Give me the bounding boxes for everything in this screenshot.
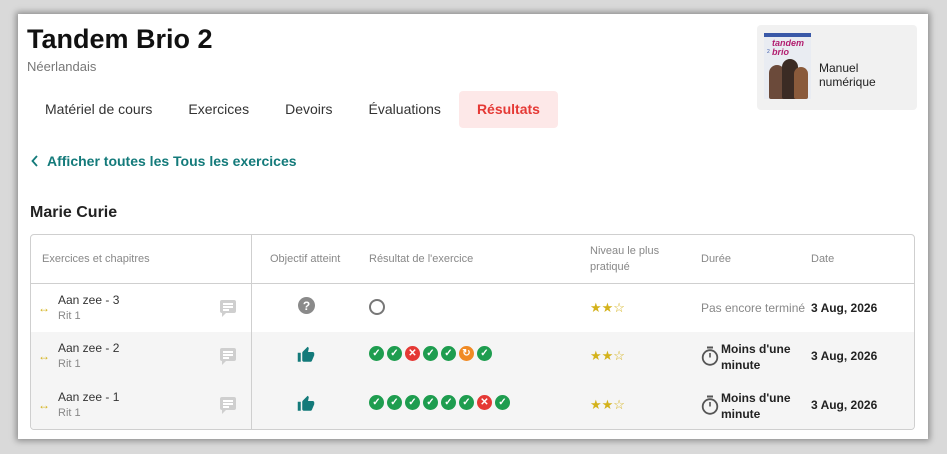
tab-assignments[interactable]: Devoirs [267, 91, 350, 128]
correct-icon: ✓ [441, 395, 456, 410]
book-cover-image: tandem brio 2 [764, 33, 811, 99]
exercise-chapter: Rit 1 [58, 407, 81, 419]
student-name: Marie Curie [30, 204, 118, 221]
table-row[interactable]: ↔ Aan zee - 3 Rit 1 ? ★★☆ Pas encore ter… [31, 284, 914, 332]
level-stars: ★★☆ [590, 397, 625, 412]
digital-book-label: Manuel numérique [819, 61, 876, 89]
stopwatch-icon [701, 346, 719, 366]
correct-icon: ✓ [423, 395, 438, 410]
level-stars: ★★☆ [590, 348, 625, 363]
wrong-icon: ✕ [405, 346, 420, 361]
comment-icon[interactable] [220, 397, 236, 414]
retry-icon: ↻ [459, 346, 474, 361]
page-title: Tandem Brio 2 [27, 24, 213, 54]
exercise-results: ✓ ✓ ✕ ✓ ✓ ↻ ✓ [369, 346, 492, 361]
back-link-label: Afficher toutes les Tous les exercices [47, 153, 297, 169]
exercise-type-icon: ↔ [38, 398, 50, 412]
correct-icon: ✓ [387, 395, 402, 410]
comment-icon[interactable] [220, 300, 236, 317]
correct-icon: ✓ [423, 346, 438, 361]
back-to-all-exercises-link[interactable]: Afficher toutes les Tous les exercices [31, 153, 297, 169]
correct-icon: ✓ [477, 346, 492, 361]
digital-book-card[interactable]: tandem brio 2 Manuel numérique [757, 25, 917, 110]
correct-icon: ✓ [369, 346, 384, 361]
correct-icon: ✓ [369, 395, 384, 410]
exercise-name: Aan zee - 1 [58, 390, 120, 404]
stopwatch-icon [701, 395, 719, 415]
exercise-chapter: Rit 1 [58, 310, 81, 322]
book-cover-title: tandem brio [772, 38, 805, 57]
correct-icon: ✓ [387, 346, 402, 361]
exercise-type-icon: ↔ [38, 301, 50, 315]
tab-exercises[interactable]: Exercices [170, 91, 267, 128]
book-cover-number: 2 [767, 49, 770, 55]
wrong-icon: ✕ [477, 395, 492, 410]
thumbs-up-icon [297, 346, 315, 362]
exercise-type-icon: ↔ [38, 349, 50, 363]
header-result: Résultat de l'exercice [369, 253, 474, 265]
exercise-name: Aan zee - 3 [58, 293, 120, 307]
page-subtitle: Néerlandais [27, 59, 97, 74]
table-row[interactable]: ↔ Aan zee - 1 Rit 1 ✓ ✓ ✓ ✓ ✓ ✓ ✕ ✓ ★★☆ … [31, 381, 914, 429]
date-text: 3 Aug, 2026 [811, 398, 878, 412]
tab-evaluations[interactable]: Évaluations [351, 91, 459, 128]
question-mark-icon: ? [298, 297, 315, 314]
table-header: Exercices et chapitres Objectif atteint … [31, 235, 914, 284]
comment-icon[interactable] [220, 348, 236, 365]
correct-icon: ✓ [405, 395, 420, 410]
results-table: Exercices et chapitres Objectif atteint … [30, 234, 915, 430]
level-stars: ★★☆ [590, 300, 625, 315]
tab-results[interactable]: Résultats [458, 91, 558, 128]
tab-bar: Matériel de cours Exercices Devoirs Éval… [27, 91, 558, 128]
duration-text: Moins d'une minute [721, 391, 791, 421]
date-text: 3 Aug, 2026 [811, 349, 878, 363]
header-exercise: Exercices et chapitres [42, 253, 150, 265]
correct-icon: ✓ [459, 395, 474, 410]
header-date: Date [811, 253, 835, 265]
table-row[interactable]: ↔ Aan zee - 2 Rit 1 ✓ ✓ ✕ ✓ ✓ ↻ ✓ ★★☆ Mo… [31, 332, 914, 381]
duration-text: Moins d'une minute [721, 342, 791, 372]
exercise-results: ✓ ✓ ✓ ✓ ✓ ✓ ✕ ✓ [369, 395, 510, 410]
duration-text: Pas encore terminé [701, 301, 806, 315]
header-level: Niveau le plus pratiqué [590, 245, 660, 273]
exercise-chapter: Rit 1 [58, 358, 81, 370]
tab-course-material[interactable]: Matériel de cours [27, 91, 170, 128]
not-started-circle-icon [369, 299, 385, 315]
header-duration: Durée [701, 253, 731, 265]
exercise-name: Aan zee - 2 [58, 341, 120, 355]
app-frame: Tandem Brio 2 Néerlandais tandem brio 2 … [18, 14, 928, 439]
correct-icon: ✓ [495, 395, 510, 410]
header-goal: Objectif atteint [270, 253, 341, 265]
chevron-left-icon [31, 155, 38, 167]
thumbs-up-icon [297, 395, 315, 411]
date-text: 3 Aug, 2026 [811, 301, 878, 315]
correct-icon: ✓ [441, 346, 456, 361]
